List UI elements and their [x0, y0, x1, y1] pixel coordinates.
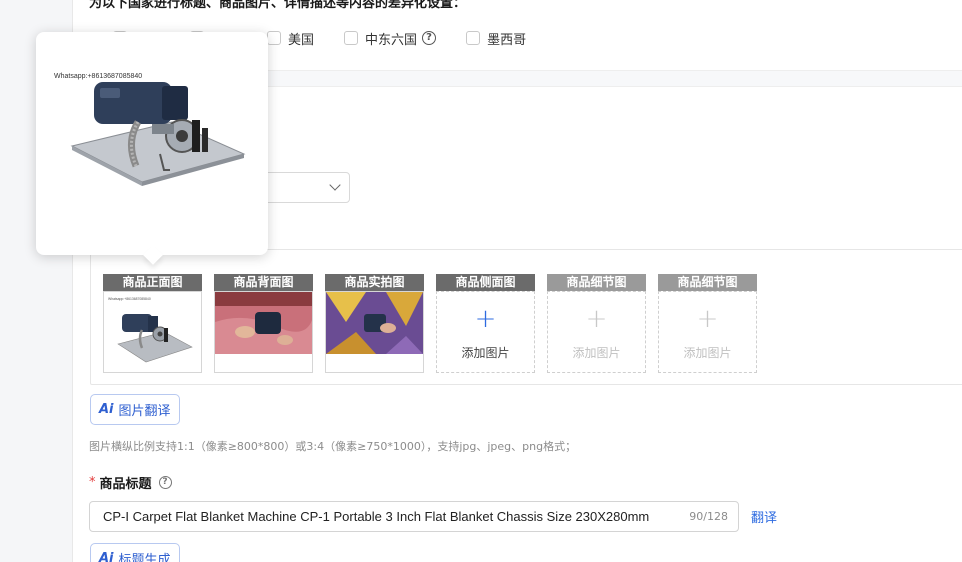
- plus-icon: +: [696, 304, 719, 334]
- product-title-value[interactable]: CP-I Carpet Flat Blanket Machine CP-1 Po…: [103, 509, 679, 524]
- country-settings-heading: 为以下国家进行标题、商品图片、详情描述等内容的差异化设置：: [89, 0, 467, 11]
- product-thumbnail[interactable]: [214, 291, 313, 373]
- image-slot-label: 商品实拍图: [325, 274, 424, 291]
- svg-text:Whatsapp:+8613687085840: Whatsapp:+8613687085840: [108, 297, 151, 301]
- country-option-usa[interactable]: 美国: [267, 29, 314, 48]
- country-label: 中东六国: [365, 32, 418, 48]
- help-icon[interactable]: ?: [158, 476, 172, 489]
- character-count: 90/128: [689, 510, 728, 523]
- machine-image: Whatsapp:+8613687085840: [104, 292, 201, 372]
- product-thumbnail[interactable]: [325, 291, 424, 373]
- image-preview-popover: Whatsapp:+8613687085840: [36, 32, 268, 265]
- product-title-text: 商品标题: [99, 477, 152, 492]
- add-image-label: 添加图片: [683, 346, 732, 360]
- image-slot-label: 商品侧面图: [436, 274, 535, 291]
- checkbox[interactable]: [344, 31, 359, 45]
- image-slot-label: 商品正面图: [103, 274, 202, 291]
- image-slot-side[interactable]: 商品侧面图 + 添加图片: [436, 274, 535, 373]
- product-thumbnail[interactable]: Whatsapp:+8613687085840: [103, 291, 202, 373]
- image-slot-detail[interactable]: 商品细节图 + 添加图片: [547, 274, 646, 373]
- add-image-label: 添加图片: [461, 346, 510, 360]
- country-label: 墨西哥: [487, 32, 527, 48]
- image-slot-label: 商品背面图: [214, 274, 313, 291]
- image-format-hint: 图片横纵比例支持1:1（像素≥800*800）或3:4（像素≥750*1000）…: [89, 440, 577, 453]
- checkbox[interactable]: [466, 31, 481, 45]
- carpet-usage-image: [326, 292, 423, 372]
- product-title-input[interactable]: CP-I Carpet Flat Blanket Machine CP-1 Po…: [89, 501, 739, 532]
- add-image-label: 添加图片: [572, 346, 621, 360]
- image-slot-detail-2[interactable]: 商品细节图 + 添加图片: [658, 274, 757, 373]
- image-slot-label: 商品细节图: [547, 274, 646, 291]
- checkbox[interactable]: [267, 31, 282, 45]
- title-generate-button[interactable]: Ai 标题生成: [90, 543, 180, 562]
- image-slot-label: 商品细节图: [658, 274, 757, 291]
- image-translate-label: 图片翻译: [118, 404, 171, 419]
- country-label: 美国: [288, 32, 315, 48]
- title-generate-label: 标题生成: [118, 553, 171, 562]
- carpet-usage-image: [215, 292, 312, 372]
- plus-icon: +: [474, 304, 497, 334]
- help-icon[interactable]: ?: [422, 31, 437, 45]
- product-title-label: * 商品标题 ?: [89, 473, 172, 492]
- chevron-down-icon: [329, 179, 341, 191]
- ai-icon: Ai: [99, 551, 114, 562]
- preview-image: [52, 70, 252, 245]
- plus-icon: +: [585, 304, 608, 334]
- dropdown-select[interactable]: [263, 172, 350, 203]
- image-translate-button[interactable]: Ai 图片翻译: [90, 394, 180, 425]
- image-slot-real[interactable]: 商品实拍图: [325, 274, 424, 373]
- image-slot-front[interactable]: 商品正面图 Whatsapp:+8613687085840: [103, 274, 202, 373]
- country-option-mexico[interactable]: 墨西哥: [466, 29, 526, 48]
- add-image-button[interactable]: + 添加图片: [658, 291, 757, 373]
- ai-icon: Ai: [99, 402, 114, 417]
- translate-link[interactable]: 翻译: [751, 507, 777, 526]
- machine-image: [70, 82, 246, 186]
- country-option-middle-east[interactable]: 中东六国 ?: [344, 29, 437, 48]
- required-mark: *: [89, 475, 96, 490]
- image-slot-back[interactable]: 商品背面图: [214, 274, 313, 373]
- add-image-button[interactable]: + 添加图片: [547, 291, 646, 373]
- add-image-button[interactable]: + 添加图片: [436, 291, 535, 373]
